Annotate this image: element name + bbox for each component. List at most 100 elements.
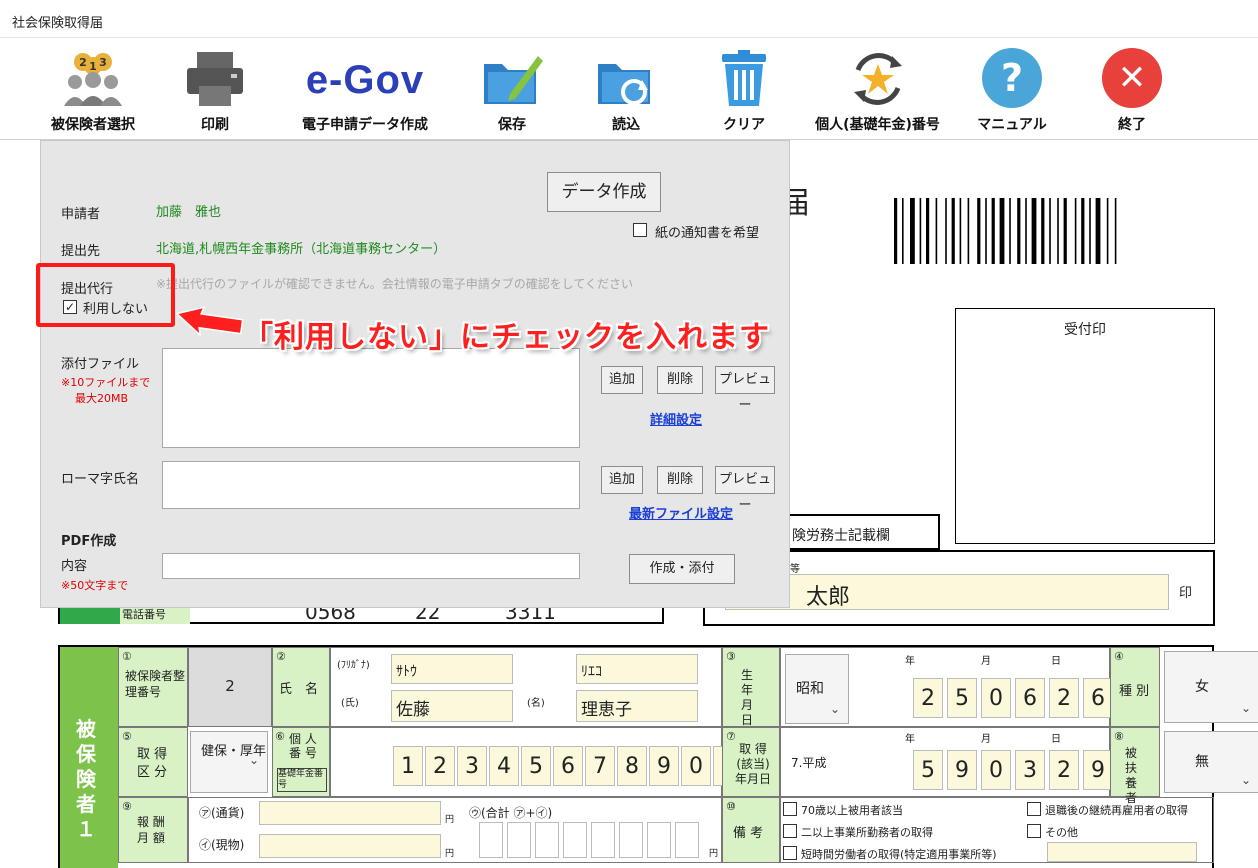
opt2-checkbox[interactable] (783, 824, 797, 838)
acq-type-select[interactable]: 健保・厚年 (190, 731, 268, 793)
opt1-checkbox[interactable] (783, 802, 797, 816)
surname-field[interactable]: 佐藤 (391, 690, 513, 722)
stamp-area: 受付印 (955, 308, 1215, 544)
pension-digit-box[interactable]: 2 (425, 746, 455, 786)
currency-field[interactable] (259, 801, 441, 825)
pension-digit-box[interactable]: 0 (681, 746, 711, 786)
birth-digit-box[interactable]: 5 (947, 678, 977, 718)
latest-file-settings-link[interactable]: 最新ファイル設定 (629, 503, 733, 522)
attach-file-list[interactable] (162, 348, 580, 448)
month-unit: 月 (981, 656, 991, 667)
gender-label-cell: ④ 種 別 (1110, 647, 1160, 727)
barcode-bar (1009, 198, 1011, 264)
print-button[interactable]: 印刷 (175, 50, 255, 136)
content-note: ※50文字まで (61, 579, 129, 592)
opt2-label: 二以上事業所勤務者の取得 (801, 826, 933, 839)
total-digit-box[interactable] (647, 822, 671, 858)
acq-type-label: 取 得 区 分 (137, 747, 168, 780)
acq-digit-box[interactable]: 3 (1015, 750, 1045, 790)
acq-digit-box[interactable]: 9 (947, 750, 977, 790)
e-application-panel: データ作成 紙の通知書を希望 申請者 加藤 雅也 提出先 北海道,札幌西年金事務… (40, 140, 790, 608)
opt4-checkbox[interactable] (1027, 802, 1041, 816)
total-digit-box[interactable] (479, 822, 503, 858)
attach-preview-button[interactable]: プレビュー (715, 366, 775, 413)
content-input[interactable] (162, 553, 580, 579)
birth-digit-box[interactable]: 0 (981, 678, 1011, 718)
stamp-label: 受付印 (1064, 322, 1106, 338)
insured-table: 被保険者１ ① 被保険者整理番号 2 ② 氏 名 (ﾌﾘｶﾞﾅ) ｻﾄｳ ﾘｴｺ… (58, 645, 1258, 868)
exit-button[interactable]: ✕ 終了 (1092, 48, 1172, 136)
goods-field[interactable] (259, 834, 441, 858)
given-field[interactable]: 理恵子 (576, 690, 698, 722)
create-attach-button[interactable]: 作成・添付 (629, 554, 735, 584)
acq-digit-box[interactable]: 9 (1083, 750, 1113, 790)
roman-name-list[interactable] (162, 461, 580, 509)
goods-yen: 円 (445, 849, 455, 859)
pension-digit-box[interactable]: 3 (457, 746, 487, 786)
printer-icon (187, 52, 243, 106)
currency-yen: 円 (445, 815, 455, 825)
birth-era-select[interactable]: 昭和 (785, 654, 849, 743)
opt4-label: 退職後の継続再雇用者の取得 (1045, 804, 1188, 817)
other-field[interactable] (1047, 842, 1197, 862)
barcode-bar (1025, 198, 1027, 264)
select-insured-button[interactable]: 2 1 3 被保険者選択 (40, 50, 146, 136)
content-label: 内容 (61, 559, 88, 574)
pension-digit-box[interactable]: 1 (393, 746, 423, 786)
egov-create-button[interactable]: e-Gov 電子申請データ作成 (290, 50, 440, 136)
remarks-label-cell: ⑩ 備 考 (722, 797, 780, 863)
manual-label: マニュアル (977, 117, 1047, 133)
pension-digit-box[interactable]: 6 (553, 746, 583, 786)
roman-delete-button[interactable]: 削除 (657, 466, 703, 494)
surname-kana-field[interactable]: ｻﾄｳ (391, 654, 513, 684)
birth-digit-box[interactable]: 2 (1049, 678, 1079, 718)
opt3-checkbox[interactable] (783, 846, 797, 860)
acq-digit-box[interactable]: 2 (1049, 750, 1079, 790)
save-button[interactable]: 保存 (472, 50, 552, 136)
goods-label: ㋑(現物) (199, 838, 245, 852)
birth-digit-box[interactable]: 6 (1015, 678, 1045, 718)
create-data-button[interactable]: データ作成 (547, 172, 661, 212)
dependent-select[interactable]: 無 (1164, 731, 1258, 810)
load-button[interactable]: 読込 (586, 50, 666, 136)
sharoushi-name: 太郎 (806, 585, 851, 610)
detail-settings-link[interactable]: 詳細設定 (650, 409, 702, 428)
sharoushi-name-field[interactable]: 太郎 (725, 574, 1169, 610)
total-digit-box[interactable] (591, 822, 615, 858)
barcode-bar (919, 198, 922, 264)
pension-digit-box[interactable]: 9 (649, 746, 679, 786)
total-digit-box[interactable] (675, 822, 699, 858)
manual-button[interactable]: ? マニュアル (972, 48, 1052, 136)
gender-select[interactable]: 女 (1164, 651, 1258, 743)
roman-add-button[interactable]: 追加 (601, 466, 643, 494)
attach-label: 添付ファイル (61, 357, 140, 372)
total-digit-box[interactable] (619, 822, 643, 858)
pension-digit-box[interactable]: 7 (585, 746, 615, 786)
pension-digit-box[interactable]: 8 (617, 746, 647, 786)
clear-button[interactable]: クリア (704, 50, 784, 136)
total-digit-box[interactable] (535, 822, 559, 858)
acq-digit-box[interactable]: 5 (913, 750, 943, 790)
paper-notice-checkbox[interactable] (633, 223, 647, 237)
pension-cell: 123456789018 (330, 727, 775, 797)
birth-digit-box[interactable]: 2 (913, 678, 943, 718)
total-digit-box[interactable] (507, 822, 531, 858)
submit-to-label: 提出先 (61, 244, 101, 259)
total-digit-box[interactable] (563, 822, 587, 858)
opt5-checkbox[interactable] (1027, 824, 1041, 838)
birth-digit-box[interactable]: 6 (1083, 678, 1113, 718)
pension-digit-box[interactable]: 4 (489, 746, 519, 786)
insured-no-value[interactable]: 2 (188, 647, 272, 727)
acq-digit-box[interactable]: 0 (981, 750, 1011, 790)
insured-no-label: 被保険者整理番号 (125, 669, 186, 699)
roman-preview-button[interactable]: プレビュー (715, 466, 775, 513)
remarks-cell: 70歳以上被用者該当 二以上事業所勤務者の取得 短時間労働者の取得(特定適用事業… (780, 797, 1214, 863)
pension-digit-box[interactable]: 5 (521, 746, 551, 786)
insured-side-label: 被保険者１ (76, 717, 96, 841)
barcode-bar (902, 198, 904, 264)
pension-number-button[interactable]: 個人(基礎年金)番号 (805, 50, 950, 136)
given-kana-field[interactable]: ﾘｴｺ (576, 654, 698, 684)
attach-add-button[interactable]: 追加 (601, 366, 643, 394)
clear-label: クリア (723, 117, 765, 133)
attach-delete-button[interactable]: 削除 (657, 366, 703, 394)
